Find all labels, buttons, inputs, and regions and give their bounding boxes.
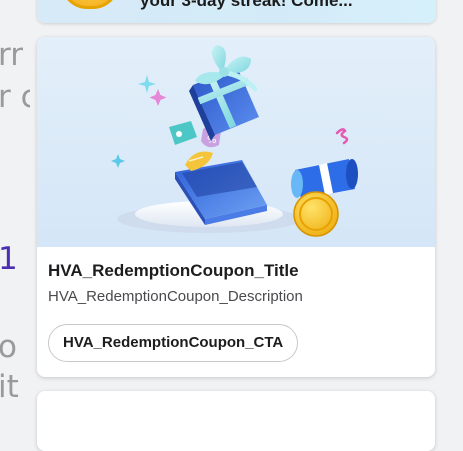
next-card[interactable] <box>37 391 435 451</box>
streak-card-text: your 3-day streak! Come... <box>140 0 353 10</box>
background-text-fragment: r c <box>0 79 30 115</box>
redemption-coupon-card[interactable]: % HVA_RedemptionCoupon_Title HVA_Redempt… <box>37 37 435 377</box>
coupon-hero-image: % <box>37 37 435 247</box>
coupon-title: HVA_RedemptionCoupon_Title <box>48 261 299 280</box>
background-text-fragment: o <box>0 329 17 365</box>
background-text-fragment: rr <box>0 37 23 73</box>
background-text-fragment: 1 <box>0 241 18 277</box>
gift-box-illustration: % <box>37 37 435 247</box>
background-content: rr r c 1 o it <box>0 0 30 416</box>
coin-icon <box>61 0 119 9</box>
coupon-description: HVA_RedemptionCoupon_Description <box>48 288 303 305</box>
background-text-fragment: it <box>0 369 19 405</box>
streak-card[interactable]: your 3-day streak! Come... <box>37 0 436 23</box>
coupon-cta-button[interactable]: HVA_RedemptionCoupon_CTA <box>48 324 299 362</box>
